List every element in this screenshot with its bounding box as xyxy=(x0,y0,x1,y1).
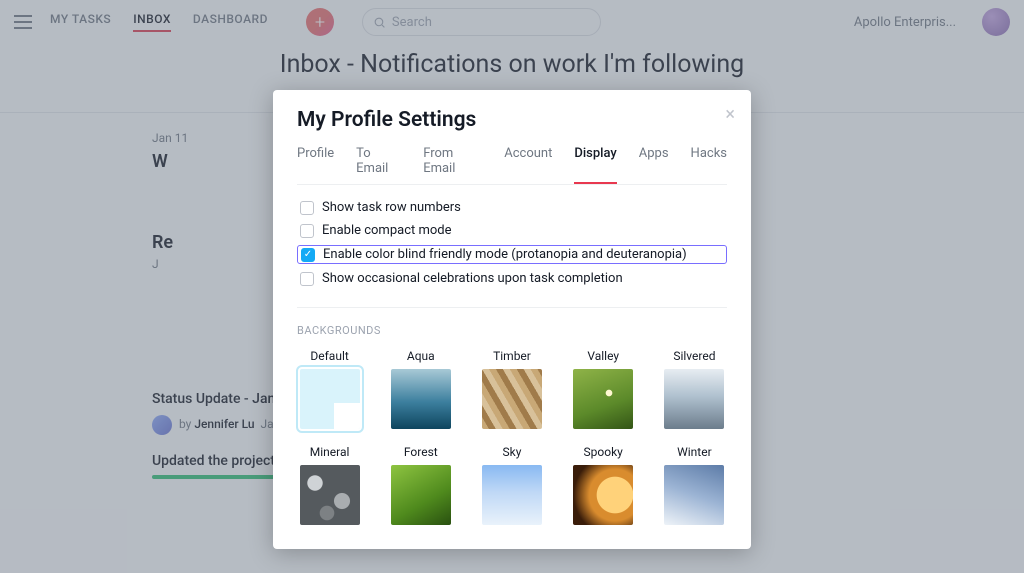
bg-swatch xyxy=(391,465,451,525)
opt-compact-mode[interactable]: Enable compact mode xyxy=(297,222,727,239)
bg-label: Winter xyxy=(677,445,712,459)
backgrounds-label: BACKGROUNDS xyxy=(297,324,727,337)
bg-label: Default xyxy=(310,349,348,363)
opt-label: Enable compact mode xyxy=(322,223,452,238)
bg-swatch xyxy=(391,369,451,429)
bg-timber[interactable]: Timber xyxy=(479,349,544,429)
bg-spooky[interactable]: Spooky xyxy=(571,445,636,525)
bg-label: Timber xyxy=(493,349,531,363)
modal-title: My Profile Settings xyxy=(297,108,727,132)
bg-label: Silvered xyxy=(673,349,715,363)
bg-winter[interactable]: Winter xyxy=(662,445,727,525)
bg-label: Forest xyxy=(404,445,438,459)
modal-tabs: Profile To Email From Email Account Disp… xyxy=(297,146,727,185)
bg-swatch xyxy=(573,369,633,429)
tab-profile[interactable]: Profile xyxy=(297,146,334,184)
opt-label: Enable color blind friendly mode (protan… xyxy=(323,247,687,262)
bg-label: Spooky xyxy=(584,445,623,459)
checkbox-icon xyxy=(300,201,314,215)
checkbox-icon xyxy=(300,224,314,238)
bg-sky[interactable]: Sky xyxy=(479,445,544,525)
bg-label: Mineral xyxy=(310,445,350,459)
bg-swatch xyxy=(664,369,724,429)
backgrounds-grid: Default Aqua Timber Valley Silvered Mine… xyxy=(297,349,727,525)
bg-aqua[interactable]: Aqua xyxy=(388,349,453,429)
bg-forest[interactable]: Forest xyxy=(388,445,453,525)
tab-hacks[interactable]: Hacks xyxy=(691,146,727,184)
checkbox-checked-icon: ✓ xyxy=(301,248,315,262)
display-options: Show task row numbers Enable compact mod… xyxy=(297,199,727,308)
tab-from-email[interactable]: From Email xyxy=(423,146,482,184)
bg-label: Sky xyxy=(503,445,522,459)
opt-celebrations[interactable]: Show occasional celebrations upon task c… xyxy=(297,270,727,287)
bg-swatch xyxy=(482,465,542,525)
bg-label: Aqua xyxy=(407,349,435,363)
opt-task-row-numbers[interactable]: Show task row numbers xyxy=(297,199,727,216)
tab-display[interactable]: Display xyxy=(574,146,616,184)
tab-to-email[interactable]: To Email xyxy=(356,146,401,184)
bg-swatch xyxy=(664,465,724,525)
checkbox-icon xyxy=(300,272,314,286)
opt-color-blind[interactable]: ✓ Enable color blind friendly mode (prot… xyxy=(297,245,727,264)
bg-swatch xyxy=(300,369,360,429)
opt-label: Show task row numbers xyxy=(322,200,461,215)
bg-silvered[interactable]: Silvered xyxy=(662,349,727,429)
tab-apps[interactable]: Apps xyxy=(639,146,669,184)
bg-swatch xyxy=(482,369,542,429)
close-icon[interactable]: × xyxy=(725,104,735,125)
bg-label: Valley xyxy=(587,349,619,363)
bg-swatch xyxy=(300,465,360,525)
opt-label: Show occasional celebrations upon task c… xyxy=(322,271,623,286)
profile-settings-modal: × My Profile Settings Profile To Email F… xyxy=(273,90,751,549)
tab-account[interactable]: Account xyxy=(504,146,552,184)
bg-default[interactable]: Default xyxy=(297,349,362,429)
bg-swatch xyxy=(573,465,633,525)
bg-mineral[interactable]: Mineral xyxy=(297,445,362,525)
bg-valley[interactable]: Valley xyxy=(571,349,636,429)
